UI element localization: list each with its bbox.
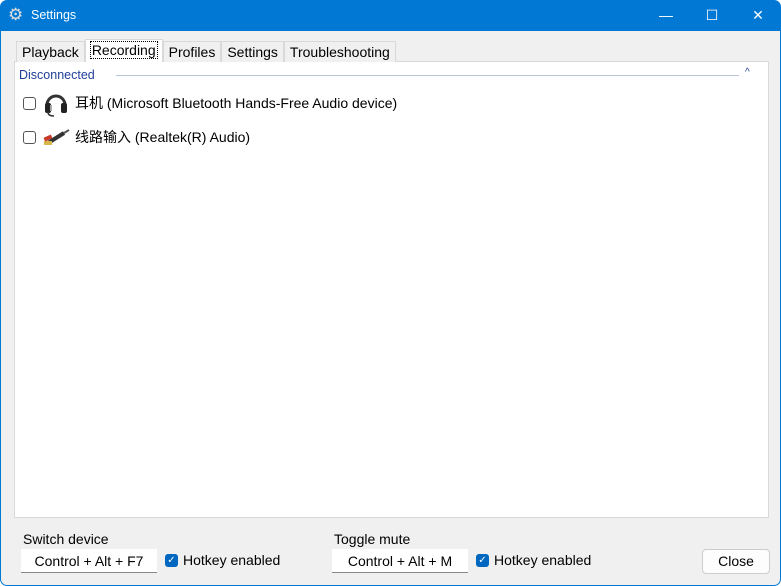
toggle-mute-hotkey-checkbox[interactable]: ✓ (476, 554, 489, 567)
device-item[interactable]: 耳机 (Microsoft Bluetooth Hands-Free Audio… (23, 89, 397, 117)
switch-device-hotkey-field[interactable]: Control + Alt + F7 (21, 549, 157, 573)
switch-device-label: Switch device (23, 531, 109, 547)
device-label: 线路输入 (Realtek(R) Audio) (75, 129, 251, 145)
window-title: Settings (31, 8, 77, 22)
close-button[interactable]: Close (702, 549, 770, 574)
tab-recording[interactable]: Recording (84, 39, 163, 62)
tab-playback[interactable]: Playback (16, 41, 85, 62)
device-checkbox[interactable] (23, 96, 36, 110)
tab-troubleshooting[interactable]: Troubleshooting (283, 41, 396, 62)
gear-icon: ⚙ (8, 5, 24, 24)
client-area: Playback Recording Profiles Settings Tro… (1, 31, 780, 585)
minimize-button[interactable]: — (643, 0, 689, 31)
toggle-mute-hotkey-field[interactable]: Control + Alt + M (332, 549, 468, 573)
tab-bar: Playback Recording Profiles Settings Tro… (16, 39, 396, 62)
tab-settings[interactable]: Settings (221, 41, 284, 62)
group-divider (116, 75, 739, 76)
switch-device-hotkey-enabled-label: Hotkey enabled (183, 552, 281, 568)
collapse-chevron-icon[interactable]: ^ (745, 67, 750, 78)
title-bar[interactable]: ⚙ Settings — ☐ ✕ (0, 0, 781, 31)
tab-profiles[interactable]: Profiles (162, 41, 222, 62)
maximize-button[interactable]: ☐ (689, 0, 735, 31)
tab-recording-label: Recording (89, 41, 158, 59)
device-label: 耳机 (Microsoft Bluetooth Hands-Free Audio… (75, 95, 398, 111)
headset-icon (42, 89, 70, 117)
close-window-button[interactable]: ✕ (735, 0, 781, 31)
device-checkbox[interactable] (23, 130, 36, 144)
settings-window: ⚙ Settings — ☐ ✕ Playback Recording Prof… (0, 0, 781, 586)
toggle-mute-label: Toggle mute (334, 531, 411, 547)
group-header-disconnected: Disconnected (19, 68, 95, 82)
switch-device-hotkey-checkbox[interactable]: ✓ (165, 554, 178, 567)
line-in-cable-icon (42, 123, 70, 151)
device-item[interactable]: 线路输入 (Realtek(R) Audio) (23, 123, 250, 151)
toggle-mute-hotkey-enabled-label: Hotkey enabled (494, 552, 592, 568)
